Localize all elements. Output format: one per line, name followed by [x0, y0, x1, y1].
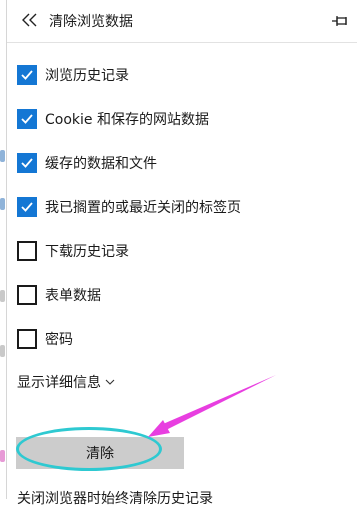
panel-title: 清除浏览数据	[49, 14, 133, 30]
option-label: Cookie 和保存的网站数据	[45, 112, 209, 128]
background-mark	[0, 345, 5, 357]
background-mark	[0, 150, 5, 162]
clear-button[interactable]: 清除	[16, 437, 184, 469]
background-mark	[0, 450, 5, 462]
option-label: 缓存的数据和文件	[45, 156, 157, 172]
option-label: 下载历史记录	[45, 244, 129, 260]
option-cached-files[interactable]: 缓存的数据和文件	[17, 149, 157, 177]
always-clear-on-close-label: 关闭浏览器时始终清除历史记录	[17, 491, 213, 507]
option-cookies[interactable]: Cookie 和保存的网站数据	[17, 105, 209, 133]
background-page-edge	[0, 0, 7, 499]
double-chevron-left-icon[interactable]	[19, 9, 41, 31]
checkbox[interactable]	[17, 329, 37, 349]
clear-browsing-data-panel: 清除浏览数据 浏览历史记录 Cookie 和保存的网站数据 缓存的数据和文件 我…	[7, 0, 357, 507]
chevron-down-icon	[105, 379, 115, 385]
checkbox[interactable]	[17, 65, 37, 85]
show-details-label: 显示详细信息	[17, 375, 101, 391]
option-download-history[interactable]: 下载历史记录	[17, 237, 129, 265]
checkbox[interactable]	[17, 241, 37, 261]
checkbox[interactable]	[17, 197, 37, 217]
show-details-link[interactable]: 显示详细信息	[17, 372, 115, 392]
option-closed-tabs[interactable]: 我已搁置的或最近关闭的标签页	[17, 193, 241, 221]
checkbox[interactable]	[17, 285, 37, 305]
pin-icon[interactable]	[331, 12, 349, 30]
option-label: 密码	[45, 332, 73, 348]
option-label: 我已搁置的或最近关闭的标签页	[45, 200, 241, 216]
background-mark	[0, 290, 5, 302]
panel-header: 清除浏览数据	[7, 0, 357, 43]
option-label: 表单数据	[45, 288, 101, 304]
option-browsing-history[interactable]: 浏览历史记录	[17, 61, 129, 89]
option-form-data[interactable]: 表单数据	[17, 281, 101, 309]
option-passwords[interactable]: 密码	[17, 325, 73, 353]
option-label: 浏览历史记录	[45, 68, 129, 84]
checkbox[interactable]	[17, 109, 37, 129]
checkbox[interactable]	[17, 153, 37, 173]
background-mark	[0, 198, 5, 210]
